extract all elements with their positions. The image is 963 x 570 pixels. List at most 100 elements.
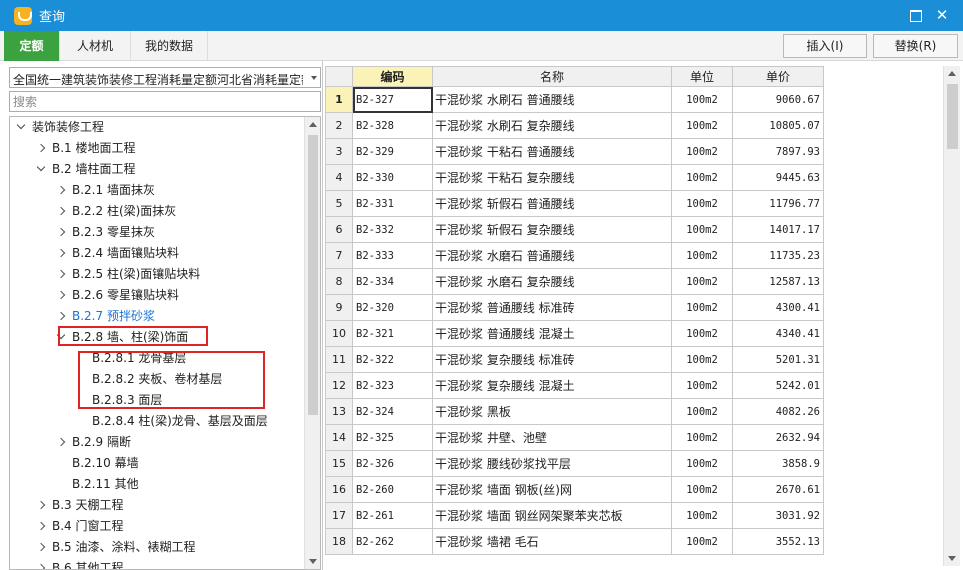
tree-node[interactable]: 装饰装修工程 xyxy=(10,117,305,138)
price-cell[interactable]: 10805.07 xyxy=(732,112,824,139)
price-cell[interactable]: 4340.41 xyxy=(732,320,824,347)
row-number[interactable]: 1 xyxy=(325,86,353,113)
name-cell[interactable]: 干混砂浆 斩假石 复杂腰线 xyxy=(432,216,672,243)
table-row[interactable]: 6 B2-332 干混砂浆 斩假石 复杂腰线 100m2 14017.17 xyxy=(325,216,824,243)
tree-node[interactable]: B.2.1 墙面抹灰 xyxy=(10,180,305,201)
code-cell[interactable]: B2-323 xyxy=(352,372,433,399)
name-cell[interactable]: 干混砂浆 水磨石 普通腰线 xyxy=(432,242,672,269)
name-cell[interactable]: 干混砂浆 井壁、池壁 xyxy=(432,424,672,451)
price-cell[interactable]: 5201.31 xyxy=(732,346,824,373)
tree-node[interactable]: B.2.3 零星抹灰 xyxy=(10,222,305,243)
replace-button[interactable]: 替换(R) xyxy=(873,34,958,58)
tree-node[interactable]: B.2.5 柱(梁)面镶贴块料 xyxy=(10,264,305,285)
price-cell[interactable]: 3552.13 xyxy=(732,528,824,555)
tree-node[interactable]: B.4 门窗工程 xyxy=(10,516,305,537)
price-cell[interactable]: 4300.41 xyxy=(732,294,824,321)
tab-quota[interactable]: 定额 xyxy=(4,31,60,61)
table-row[interactable]: 1 B2-327 干混砂浆 水刷石 普通腰线 100m2 9060.67 xyxy=(325,86,824,113)
code-cell[interactable]: B2-260 xyxy=(352,476,433,503)
row-number[interactable]: 11 xyxy=(325,346,353,373)
row-number[interactable]: 4 xyxy=(325,164,353,191)
code-cell[interactable]: B2-322 xyxy=(352,346,433,373)
table-row[interactable]: 5 B2-331 干混砂浆 斩假石 普通腰线 100m2 11796.77 xyxy=(325,190,824,217)
unit-cell[interactable]: 100m2 xyxy=(671,86,733,113)
scroll-down-icon[interactable] xyxy=(309,559,317,564)
price-cell[interactable]: 12587.13 xyxy=(732,268,824,295)
price-cell[interactable]: 3858.9 xyxy=(732,450,824,477)
chevron-right-icon[interactable] xyxy=(56,311,66,321)
table-row[interactable]: 10 B2-321 干混砂浆 普通腰线 混凝土 100m2 4340.41 xyxy=(325,320,824,347)
grid-scrollbar[interactable] xyxy=(943,66,960,566)
table-row[interactable]: 3 B2-329 干混砂浆 干粘石 普通腰线 100m2 7897.93 xyxy=(325,138,824,165)
unit-cell[interactable]: 100m2 xyxy=(671,476,733,503)
price-cell[interactable]: 5242.01 xyxy=(732,372,824,399)
chevron-right-icon[interactable] xyxy=(56,206,66,216)
scroll-down-icon[interactable] xyxy=(948,556,956,561)
unit-cell[interactable]: 100m2 xyxy=(671,398,733,425)
row-number[interactable]: 12 xyxy=(325,372,353,399)
price-cell[interactable]: 2632.94 xyxy=(732,424,824,451)
code-cell[interactable]: B2-334 xyxy=(352,268,433,295)
name-cell[interactable]: 干混砂浆 墙面 钢丝网架聚苯夹芯板 xyxy=(432,502,672,529)
name-cell[interactable]: 干混砂浆 斩假石 普通腰线 xyxy=(432,190,672,217)
chevron-right-icon[interactable] xyxy=(36,521,46,531)
code-cell[interactable]: B2-325 xyxy=(352,424,433,451)
table-row[interactable]: 18 B2-262 干混砂浆 墙裙 毛石 100m2 3552.13 xyxy=(325,528,824,555)
tree-node[interactable]: B.2.10 幕墙 xyxy=(10,453,305,474)
code-cell[interactable]: B2-320 xyxy=(352,294,433,321)
name-cell[interactable]: 干混砂浆 黑板 xyxy=(432,398,672,425)
row-number[interactable]: 2 xyxy=(325,112,353,139)
table-row[interactable]: 9 B2-320 干混砂浆 普通腰线 标准砖 100m2 4300.41 xyxy=(325,294,824,321)
code-cell[interactable]: B2-324 xyxy=(352,398,433,425)
tree-node[interactable]: B.3 天棚工程 xyxy=(10,495,305,516)
unit-cell[interactable]: 100m2 xyxy=(671,190,733,217)
unit-cell[interactable]: 100m2 xyxy=(671,424,733,451)
row-number[interactable]: 15 xyxy=(325,450,353,477)
price-cell[interactable]: 2670.61 xyxy=(732,476,824,503)
unit-cell[interactable]: 100m2 xyxy=(671,320,733,347)
name-cell[interactable]: 干混砂浆 水刷石 普通腰线 xyxy=(432,86,672,113)
name-cell[interactable]: 干混砂浆 干粘石 复杂腰线 xyxy=(432,164,672,191)
chevron-right-icon[interactable] xyxy=(56,437,66,447)
table-row[interactable]: 14 B2-325 干混砂浆 井壁、池壁 100m2 2632.94 xyxy=(325,424,824,451)
row-number[interactable]: 10 xyxy=(325,320,353,347)
code-cell[interactable]: B2-327 xyxy=(352,86,433,113)
row-number[interactable]: 8 xyxy=(325,268,353,295)
tree-node[interactable]: B.2.2 柱(梁)面抹灰 xyxy=(10,201,305,222)
price-cell[interactable]: 11735.23 xyxy=(732,242,824,269)
insert-button[interactable]: 插入(I) xyxy=(783,34,867,58)
code-cell[interactable]: B2-332 xyxy=(352,216,433,243)
row-number[interactable]: 14 xyxy=(325,424,353,451)
table-row[interactable]: 15 B2-326 干混砂浆 腰线砂浆找平层 100m2 3858.9 xyxy=(325,450,824,477)
tree-node[interactable]: B.2.8.4 柱(梁)龙骨、基层及面层 xyxy=(10,411,305,432)
unit-cell[interactable]: 100m2 xyxy=(671,268,733,295)
name-cell[interactable]: 干混砂浆 水磨石 复杂腰线 xyxy=(432,268,672,295)
table-row[interactable]: 17 B2-261 干混砂浆 墙面 钢丝网架聚苯夹芯板 100m2 3031.92 xyxy=(325,502,824,529)
unit-cell[interactable]: 100m2 xyxy=(671,502,733,529)
unit-cell[interactable]: 100m2 xyxy=(671,216,733,243)
name-cell[interactable]: 干混砂浆 墙面 钢板(丝)网 xyxy=(432,476,672,503)
unit-cell[interactable]: 100m2 xyxy=(671,450,733,477)
chevron-right-icon[interactable] xyxy=(36,143,46,153)
name-cell[interactable]: 干混砂浆 腰线砂浆找平层 xyxy=(432,450,672,477)
row-number[interactable]: 18 xyxy=(325,528,353,555)
column-header-code[interactable]: 编码 xyxy=(352,66,433,87)
tree-node[interactable]: B.2.11 其他 xyxy=(10,474,305,495)
row-number[interactable]: 9 xyxy=(325,294,353,321)
code-cell[interactable]: B2-330 xyxy=(352,164,433,191)
table-row[interactable]: 8 B2-334 干混砂浆 水磨石 复杂腰线 100m2 12587.13 xyxy=(325,268,824,295)
name-cell[interactable]: 干混砂浆 普通腰线 混凝土 xyxy=(432,320,672,347)
chevron-right-icon[interactable] xyxy=(56,185,66,195)
tree-scrollbar-thumb[interactable] xyxy=(308,135,318,415)
code-cell[interactable]: B2-333 xyxy=(352,242,433,269)
chevron-right-icon[interactable] xyxy=(36,542,46,552)
column-header-price[interactable]: 单价 xyxy=(732,66,824,87)
scroll-up-icon[interactable] xyxy=(309,122,317,127)
code-cell[interactable]: B2-331 xyxy=(352,190,433,217)
tree-node[interactable]: B.2 墙柱面工程 xyxy=(10,159,305,180)
table-row[interactable]: 11 B2-322 干混砂浆 复杂腰线 标准砖 100m2 5201.31 xyxy=(325,346,824,373)
tab-my-data[interactable]: 我的数据 xyxy=(131,31,208,61)
price-cell[interactable]: 4082.26 xyxy=(732,398,824,425)
row-number[interactable]: 6 xyxy=(325,216,353,243)
table-row[interactable]: 16 B2-260 干混砂浆 墙面 钢板(丝)网 100m2 2670.61 xyxy=(325,476,824,503)
